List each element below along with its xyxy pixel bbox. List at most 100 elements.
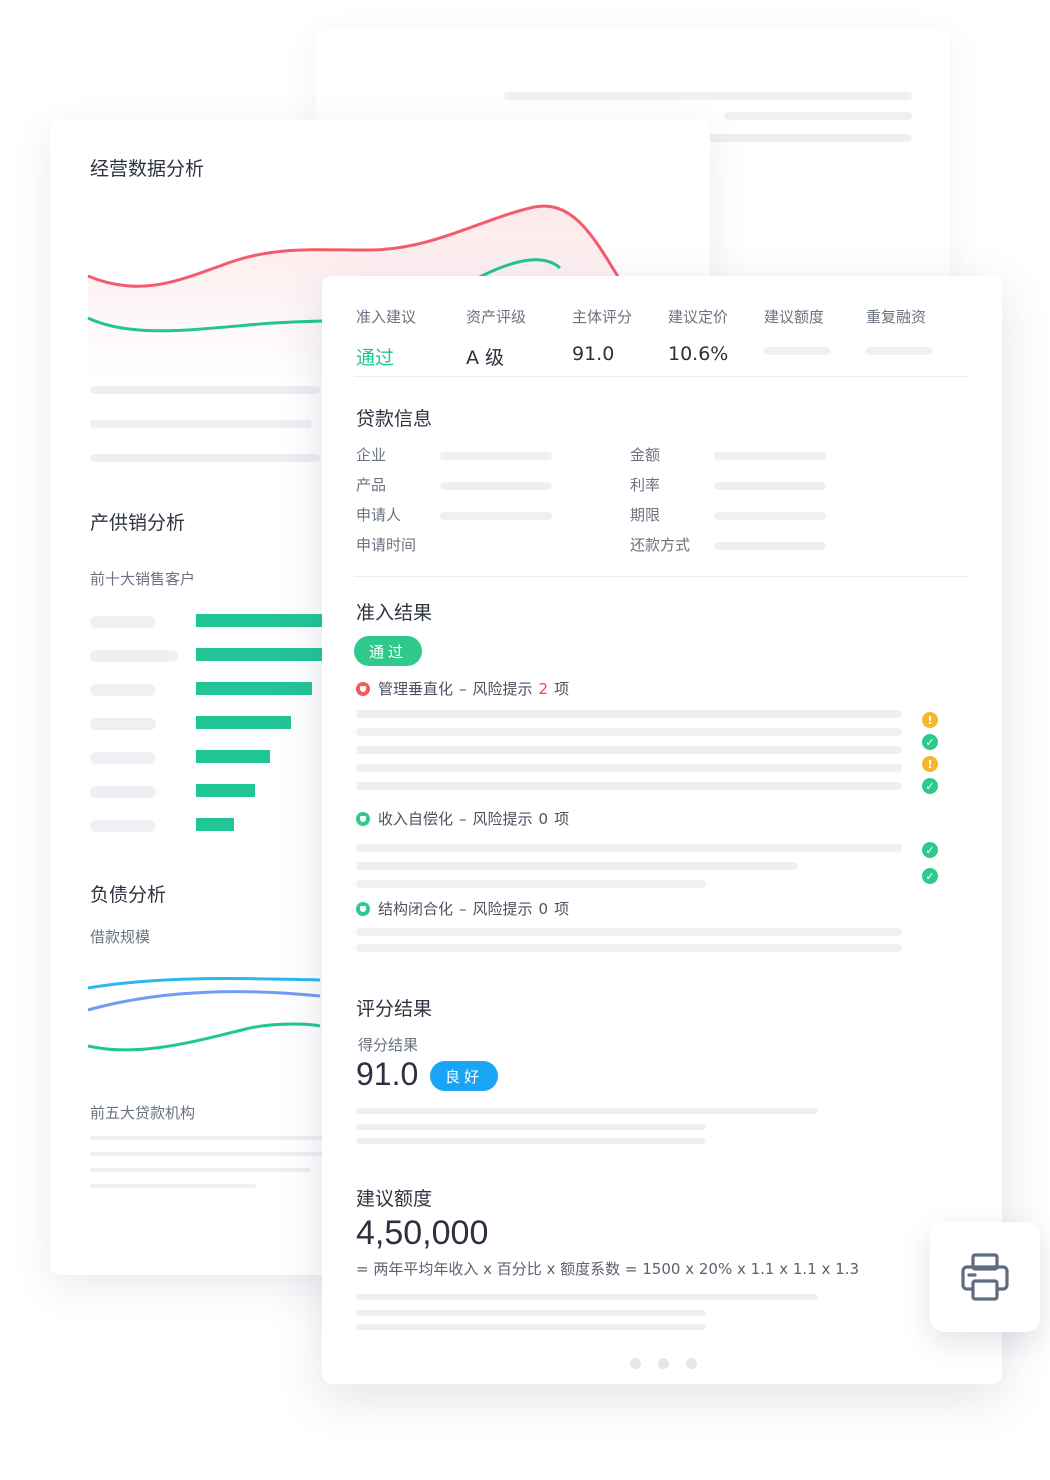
pagination-dot-2[interactable] (658, 1358, 669, 1369)
field-rate-value (714, 482, 826, 490)
placeholder-line (764, 347, 830, 355)
summary-rating-label: 资产评级 (466, 308, 527, 326)
admission-result-title: 准入结果 (356, 602, 433, 624)
divider (354, 376, 968, 377)
field-apply-time-label: 申请时间 (356, 536, 417, 554)
warning-icon: ! (922, 756, 938, 772)
suggested-limit-formula: = 两年平均年收入 x 百分比 x 额度系数 = 1500 x 20% x 1.… (356, 1260, 859, 1278)
summary-admission-label: 准入建议 (356, 308, 417, 326)
placeholder-line (90, 1168, 310, 1172)
field-company-label: 企业 (356, 446, 387, 464)
customer-bar (196, 818, 234, 831)
customer-bar (196, 784, 255, 797)
field-repayment-label: 还款方式 (630, 536, 691, 554)
placeholder-line (704, 134, 912, 142)
print-button[interactable] (930, 1222, 1040, 1332)
placeholder-line (356, 1108, 818, 1114)
placeholder-line (724, 112, 912, 120)
field-repayment-value (714, 542, 826, 550)
score-grade-badge: 良好 (430, 1061, 498, 1091)
risk-count: 2 (538, 679, 549, 698)
placeholder-line (90, 420, 312, 428)
placeholder-line (356, 710, 902, 718)
risk-group-structure[interactable]: 结构闭合化 – 风险提示 0 项 (356, 898, 569, 919)
placeholder-line (90, 454, 320, 462)
customer-name-placeholder (90, 684, 156, 696)
summary-admission: 准入建议 通过 (356, 306, 416, 370)
pagination-dot-3[interactable] (686, 1358, 697, 1369)
risk-group-income[interactable]: 收入自偿化 – 风险提示 0 项 (356, 808, 569, 829)
placeholder-line (356, 728, 902, 736)
placeholder-line (356, 928, 902, 936)
credit-report-card: 准入建议 通过 资产评级 A 级 主体评分 91.0 建议定价 10.6% 建议… (322, 276, 1002, 1384)
top-lenders-label: 前五大贷款机构 (90, 1104, 196, 1122)
summary-pricing-label: 建议定价 (668, 308, 729, 326)
loan-series-blue (87, 990, 321, 1012)
placeholder-line (356, 862, 798, 870)
admission-pass-badge: 通过 (354, 636, 422, 666)
placeholder-line (356, 1294, 818, 1300)
check-icon: ✓ (922, 778, 938, 794)
printer-icon (961, 1253, 1009, 1301)
summary-admission-value: 通过 (356, 347, 395, 369)
debt-analysis-title: 负债分析 (90, 884, 167, 906)
top-customers-label: 前十大销售客户 (90, 570, 196, 588)
customer-name-placeholder (90, 786, 156, 798)
warning-icon: ! (922, 712, 938, 728)
placeholder-line (866, 347, 932, 355)
field-term-value (714, 512, 826, 520)
summary-limit-label: 建议额度 (764, 308, 825, 326)
customer-bar (196, 648, 326, 661)
divider (354, 576, 968, 577)
check-icon: ✓ (922, 842, 938, 858)
customer-name-placeholder (90, 616, 156, 628)
field-rate-label: 利率 (630, 476, 661, 494)
customer-bar (196, 682, 312, 695)
risk-group-management[interactable]: 管理垂直化 – 风险提示 2 项 (356, 678, 569, 699)
loan-scale-label: 借款规模 (90, 928, 151, 946)
ops-analysis-title: 经营数据分析 (90, 158, 205, 180)
pagination-dot-1[interactable] (630, 1358, 641, 1369)
risk-unit: 项 (554, 810, 570, 828)
customer-bar (196, 716, 291, 729)
risk-hint-label: 风险提示 (472, 900, 533, 918)
suggested-limit-value: 4,50,000 (356, 1214, 489, 1252)
summary-limit: 建议额度 (764, 306, 830, 355)
summary-rating: 资产评级 A 级 (466, 306, 526, 370)
risk-count: 0 (538, 809, 549, 828)
placeholder-line (356, 1310, 706, 1316)
summary-pricing: 建议定价 10.6% (668, 306, 728, 365)
field-company-value (440, 452, 552, 460)
field-product-value (440, 482, 552, 490)
risk-group-name: 结构闭合化 (378, 900, 454, 918)
placeholder-line (356, 844, 902, 852)
customer-name-placeholder (90, 820, 156, 832)
score-value: 91.0 (356, 1056, 419, 1092)
risk-separator: – (459, 899, 467, 918)
summary-refinance-label: 重复融资 (866, 308, 927, 326)
risk-unit: 项 (554, 680, 570, 698)
summary-rating-value: A 级 (466, 347, 505, 369)
loan-series-cyan (87, 976, 321, 990)
placeholder-line (356, 1138, 706, 1144)
risk-group-name: 收入自偿化 (378, 810, 454, 828)
customer-name-placeholder (90, 718, 156, 730)
suggested-limit-title: 建议额度 (356, 1188, 433, 1210)
score-label: 得分结果 (358, 1036, 419, 1054)
placeholder-line (356, 764, 902, 772)
risk-count: 0 (538, 899, 549, 918)
risk-hint-label: 风险提示 (472, 810, 533, 828)
summary-score-value: 91.0 (572, 343, 615, 365)
field-term-label: 期限 (630, 506, 661, 524)
risk-hint-label: 风险提示 (472, 680, 533, 698)
placeholder-line (356, 782, 902, 790)
placeholder-line (356, 944, 902, 952)
placeholder-line (356, 1124, 706, 1130)
shield-icon (356, 681, 370, 696)
customer-name-placeholder (90, 650, 178, 662)
placeholder-line (356, 746, 902, 754)
customer-name-placeholder (90, 752, 156, 764)
summary-refinance: 重复融资 (866, 306, 932, 355)
check-icon: ✓ (922, 868, 938, 884)
summary-score-label: 主体评分 (572, 308, 633, 326)
